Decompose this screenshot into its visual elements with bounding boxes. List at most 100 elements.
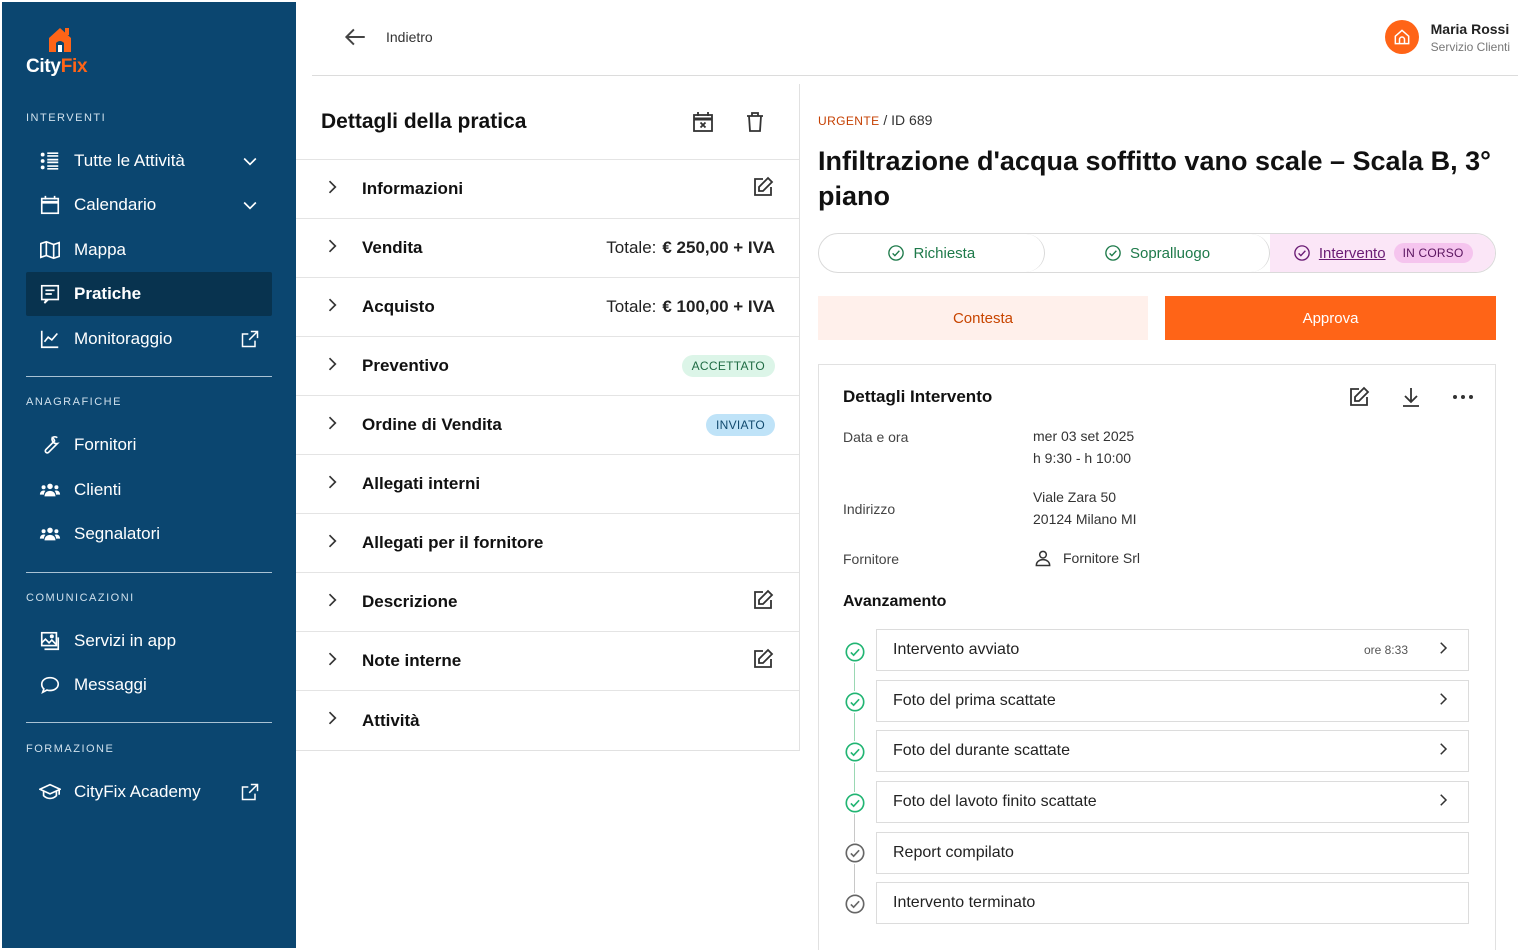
sidebar-item-servizi-in-app[interactable]: Servizi in app	[26, 619, 272, 663]
check-circle-icon	[844, 641, 866, 663]
sidebar-item-tutte-le-attivita[interactable]: Tutte le Attività	[26, 139, 272, 183]
step-label: Richiesta	[913, 244, 976, 262]
progress-item[interactable]: Foto del prima scattate	[876, 680, 1469, 722]
map-icon	[26, 239, 74, 261]
date-label: Data e ora	[843, 429, 909, 445]
accordion-attivita[interactable]: Attività	[296, 691, 799, 750]
check-circle-icon	[1105, 245, 1121, 261]
chevron-down-icon[interactable]	[228, 195, 272, 215]
chevron-right-icon	[1434, 740, 1452, 763]
contest-button[interactable]: Contesta	[818, 296, 1148, 340]
cityfix-logo[interactable]: CityFix	[26, 24, 106, 80]
timeline-line-done	[854, 651, 855, 803]
users-icon	[26, 523, 74, 545]
back-label: Indietro	[386, 29, 433, 45]
status-stepper: Richiesta Sopralluogo Intervento IN CORS…	[818, 233, 1496, 273]
user-name: Maria Rossi	[1430, 20, 1510, 37]
edit-icon[interactable]	[751, 175, 775, 204]
accordion-ordine-di-vendita[interactable]: Ordine di Vendita INVIATO	[296, 396, 799, 455]
sidebar-item-pratiche[interactable]: Pratiche	[26, 272, 272, 316]
house-logo-icon	[1394, 29, 1410, 45]
sidebar-item-segnalatori[interactable]: Segnalatori	[26, 512, 272, 556]
details-panel: Dettagli della pratica Informazioni Vend…	[296, 84, 800, 751]
accordion-informazioni[interactable]: Informazioni	[296, 160, 799, 219]
chevron-right-icon	[322, 177, 362, 202]
accordion-vendita[interactable]: Vendita Totale: € 250,00 + IVA	[296, 219, 799, 278]
download-icon[interactable]	[1395, 381, 1427, 413]
accordion-label: Allegati per il fornitore	[362, 533, 544, 552]
accordion-label: Attività	[362, 710, 420, 730]
accordion-note-interne[interactable]: Note interne	[296, 632, 799, 691]
user-menu[interactable]: Maria Rossi Servizio Clienti	[1384, 20, 1510, 54]
step-intervento[interactable]: Intervento IN CORSO	[1270, 234, 1495, 272]
image-icon	[26, 630, 74, 652]
sidebar-item-messaggi[interactable]: Messaggi	[26, 663, 272, 707]
edit-icon[interactable]	[751, 588, 775, 617]
check-circle-icon	[844, 792, 866, 814]
status-badge: ACCETTATO	[681, 355, 775, 377]
accordion-label: Descrizione	[362, 592, 458, 611]
step-sopralluogo[interactable]: Sopralluogo	[1045, 234, 1271, 272]
chevron-right-icon	[1434, 690, 1452, 713]
accordion-label: Note interne	[362, 651, 462, 670]
chat-icon	[26, 674, 74, 696]
trash-icon[interactable]	[735, 102, 775, 142]
sidebar-item-label: Messaggi	[74, 675, 147, 694]
accordion-descrizione[interactable]: Descrizione	[296, 573, 799, 632]
ticket-id: / ID 689	[883, 112, 933, 128]
sidebar-item-label: Clienti	[74, 480, 122, 499]
sidebar-item-mappa[interactable]: Mappa	[26, 228, 272, 272]
approve-button[interactable]: Approva	[1165, 296, 1496, 340]
check-circle-icon	[888, 245, 905, 261]
chevron-down-icon[interactable]	[228, 151, 272, 171]
sidebar-item-fornitori[interactable]: Fornitori	[26, 423, 272, 467]
card-actions	[1343, 381, 1479, 413]
divider	[26, 376, 272, 377]
status-badge: INVIATO	[706, 414, 775, 436]
supplier-label: Fornitore	[843, 551, 900, 567]
sidebar-item-clienti[interactable]: Clienti	[26, 468, 272, 512]
intervention-card: Dettagli Intervento Data e ora mer 03 se…	[818, 364, 1496, 950]
chevron-right-icon	[322, 590, 362, 615]
total-amount: Totale: € 250,00 + IVA	[606, 238, 775, 257]
external-link-icon[interactable]	[228, 782, 272, 802]
top-bar: Indietro Maria Rossi Servizio Clienti	[312, 0, 1518, 76]
sidebar-item-monitoraggio[interactable]: Monitoraggio	[26, 317, 272, 361]
accordion-acquisto[interactable]: Acquisto Totale: € 100,00 + IVA	[296, 278, 799, 337]
calendar-cancel-icon[interactable]	[683, 102, 723, 142]
arrow-left-icon	[344, 28, 365, 46]
accordion-allegati-interni[interactable]: Allegati interni	[296, 455, 799, 514]
sidebar-item-calendario[interactable]: Calendario	[26, 183, 272, 227]
progress-item[interactable]: Intervento avviato ore 8:33	[876, 629, 1469, 671]
supplier-value[interactable]: Fornitore Srl	[1033, 547, 1140, 569]
accordion-allegati-fornitore[interactable]: Allegati per il fornitore	[296, 514, 799, 573]
sidebar-item-cityfix-academy[interactable]: CityFix Academy	[26, 770, 272, 814]
sidebar-item-label: Tutte le Attività	[74, 151, 185, 170]
sidebar-item-label: Segnalatori	[74, 524, 161, 543]
breadcrumb: URGENTE / ID 689	[818, 112, 932, 128]
more-options-icon[interactable]	[1447, 381, 1479, 413]
progress-item[interactable]: Foto del durante scattate	[876, 730, 1469, 772]
accordion-preventivo[interactable]: Preventivo ACCETTATO	[296, 337, 799, 396]
step-richiesta[interactable]: Richiesta	[819, 234, 1045, 272]
graduation-cap-icon	[26, 781, 74, 803]
accordion-label: Ordine di Vendita	[362, 415, 502, 434]
total-amount: Totale: € 100,00 + IVA	[606, 297, 775, 316]
progress-item[interactable]: Foto del lavoto finito scattate	[876, 781, 1469, 823]
sidebar-item-label: Servizi in app	[74, 631, 177, 650]
accordion-label: Acquisto	[362, 297, 435, 316]
edit-icon[interactable]	[1343, 381, 1375, 413]
check-circle-pending-icon	[844, 842, 866, 864]
sidebar-item-label: Calendario	[74, 195, 157, 214]
edit-icon[interactable]	[751, 647, 775, 676]
details-title: Dettagli della pratica	[321, 109, 527, 133]
check-circle-icon	[1294, 245, 1310, 261]
sidebar-item-label: Pratiche	[74, 284, 142, 303]
chevron-right-icon	[322, 708, 362, 733]
section-title-interventi: INTERVENTI	[26, 112, 107, 124]
file-text-icon	[26, 283, 74, 305]
external-link-icon[interactable]	[228, 329, 272, 349]
back-button[interactable]: Indietro	[342, 24, 433, 50]
section-title-anagrafiche: ANAGRAFICHE	[26, 396, 122, 408]
users-icon	[26, 479, 74, 501]
